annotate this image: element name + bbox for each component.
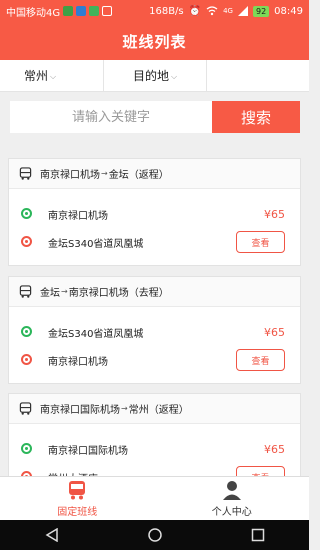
view-button[interactable]: 查看 [236,231,285,253]
app-header: 班线列表 [0,22,309,60]
route-card[interactable]: 南京禄口机场 → 金坛 （返程） 南京禄口机场 ¥65 金坛S340省道凤凰城 … [8,158,301,266]
home-icon[interactable] [147,528,162,542]
bus-icon [19,402,32,415]
chevron-down-icon: ⌵ [50,71,57,81]
destination-filter[interactable]: 目的地 ⌵ [104,60,207,91]
carrier-label: 中国移动4G [6,7,61,19]
app-notification-icon [63,6,74,16]
recent-apps-icon[interactable] [251,528,265,542]
search-row: 搜索 [10,101,300,133]
route-destination: 金坛 [108,170,129,181]
filter-bar: 常州 ⌵ 目的地 ⌵ [0,60,309,92]
city-filter-label: 常州 [24,69,49,83]
end-stop-name: 南京禄口机场 [48,356,108,368]
route-price: ¥65 [264,325,285,339]
destination-filter-label: 目的地 [132,69,169,83]
start-stop-name: 南京禄口机场 [48,210,108,222]
tab-label: 固定班线 [57,507,98,518]
route-destination: 常州 [128,405,149,416]
end-stop-row: 金坛S340省道凤凰城 查看 [9,231,300,253]
search-input[interactable] [10,101,212,133]
bus-icon [69,481,86,500]
start-stop-row: 金坛S340省道凤凰城 ¥65 [9,323,300,341]
route-direction: （返程） [148,405,189,416]
battery-level: 92 [252,5,270,17]
arrow-right-icon: → [121,404,128,413]
route-price: ¥65 [264,207,285,221]
start-stop-row: 南京禄口国际机场 ¥65 [9,440,300,458]
app-notification-icon [102,6,113,16]
page-title: 班线列表 [122,32,187,51]
start-point-icon [21,443,32,454]
bus-icon [19,285,32,298]
route-price: ¥65 [264,442,285,456]
bottom-tab-bar: 固定班线 个人中心 [0,476,309,520]
route-origin: 南京禄口机场 [40,170,100,181]
route-direction: （去程） [128,288,169,299]
start-point-icon [21,208,32,219]
status-bar: 中国移动4G 168B/s ⏰ 4G 92 08:49 [0,0,309,22]
signal-icon [237,6,248,16]
route-title: 南京禄口机场 → 金坛 （返程） [9,159,300,189]
system-nav-bar [0,520,309,550]
arrow-right-icon: → [61,287,68,296]
search-button[interactable]: 搜索 [212,101,300,133]
tab-label: 个人中心 [211,507,252,518]
chevron-down-icon: ⌵ [170,71,178,81]
clock: 08:49 [274,5,303,17]
tab-user-center[interactable]: 个人中心 [155,477,310,520]
route-title: 南京禄口国际机场 → 常州 （返程） [9,394,300,424]
wifi-icon [206,6,218,16]
start-stop-name: 南京禄口国际机场 [48,445,128,457]
end-stop-name: 金坛S340省道凤凰城 [48,238,144,250]
end-stop-row: 南京禄口机场 查看 [9,349,300,371]
app-notification-icon [89,6,100,16]
network-speed: 168B/s [149,5,184,17]
city-filter[interactable]: 常州 ⌵ [0,60,104,91]
network-type: 4G [223,7,233,15]
route-origin: 金坛 [40,288,60,299]
alarm-icon: ⏰ [188,5,202,17]
user-icon [222,481,241,500]
route-direction: （返程） [128,170,169,181]
app-notification-icon [76,6,87,16]
start-stop-row: 南京禄口机场 ¥65 [9,205,300,223]
route-destination: 南京禄口机场 [68,288,129,299]
view-button[interactable]: 查看 [236,349,285,371]
tab-fixed-routes[interactable]: 固定班线 [0,477,155,520]
start-point-icon [21,326,32,337]
arrow-right-icon: → [101,169,108,178]
bus-icon [19,167,32,180]
back-icon[interactable] [45,528,59,542]
route-origin: 南京禄口国际机场 [40,405,120,416]
start-stop-name: 金坛S340省道凤凰城 [48,328,144,340]
end-point-icon [21,354,32,365]
end-point-icon [21,236,32,247]
route-title: 金坛 → 南京禄口机场 （去程） [9,277,300,307]
route-card[interactable]: 金坛 → 南京禄口机场 （去程） 金坛S340省道凤凰城 ¥65 南京禄口机场 … [8,276,301,384]
